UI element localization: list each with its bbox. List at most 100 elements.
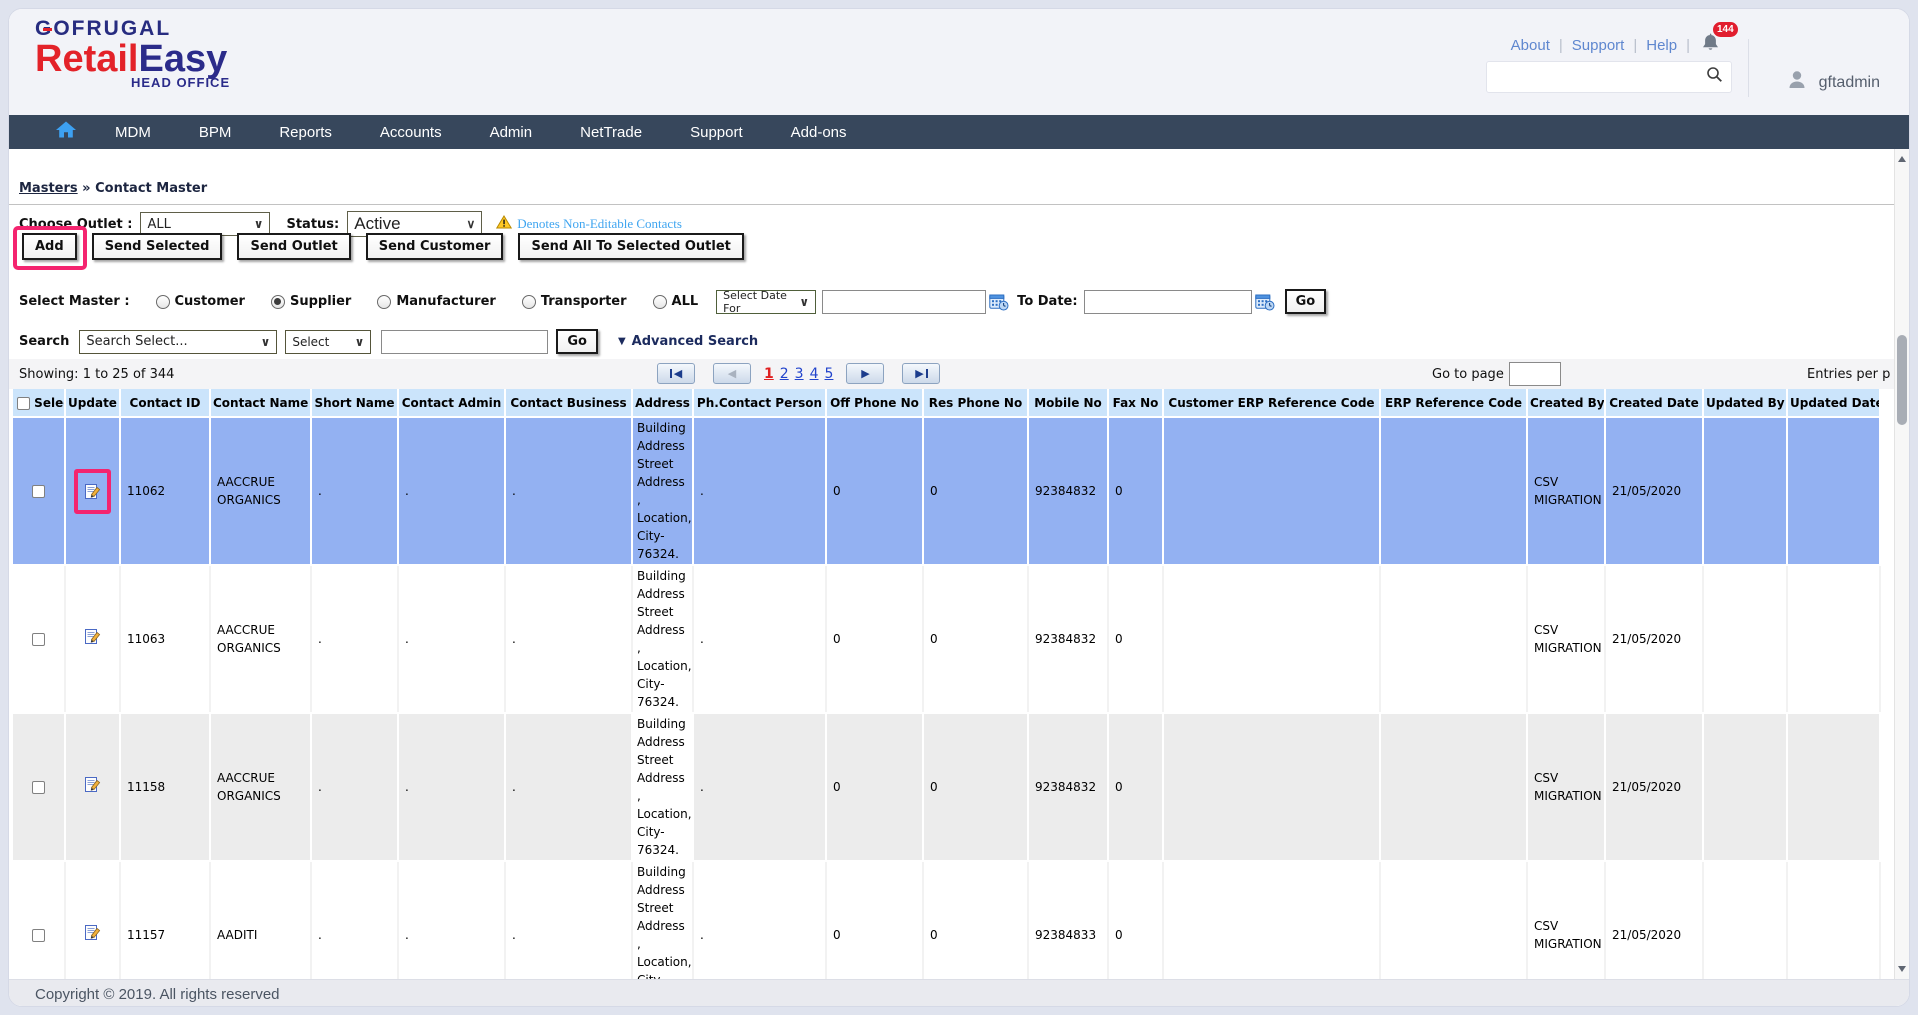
- cell-contact_name: AACCRUE ORGANICS: [210, 713, 311, 861]
- chevron-down-icon: ∨: [261, 335, 271, 349]
- page-link-1[interactable]: 1: [764, 366, 774, 382]
- send-customer-button[interactable]: Send Customer: [366, 233, 504, 260]
- list-toolbar: Showing: 1 to 25 of 344 ◀ ◀ 12345 ▶ ▶ Go…: [9, 359, 1894, 389]
- prev-page-button[interactable]: ◀: [713, 363, 751, 384]
- chevron-down-icon: ∨: [254, 217, 264, 231]
- user-menu[interactable]: gftadmin: [1784, 67, 1880, 98]
- nav-item-admin[interactable]: Admin: [466, 115, 557, 149]
- table-row: 11063AACCRUE ORGANICS...Building Address…: [13, 565, 1880, 713]
- notifications-button[interactable]: 144: [1701, 33, 1720, 58]
- nav-item-mdm[interactable]: MDM: [91, 115, 175, 149]
- search-icon[interactable]: [1706, 66, 1723, 88]
- cell-update: [65, 861, 120, 979]
- last-page-button[interactable]: ▶: [902, 363, 940, 384]
- update-icon-highlight: [74, 469, 111, 514]
- cell-updated_date: [1787, 417, 1880, 565]
- master-radio-manufacturer[interactable]: Manufacturer: [377, 294, 495, 309]
- select-all-checkbox[interactable]: [17, 397, 30, 410]
- edit-icon[interactable]: [84, 483, 101, 500]
- cell-contact_name: AADITI: [210, 861, 311, 979]
- cell-update: [65, 417, 120, 565]
- edit-icon[interactable]: [84, 628, 101, 645]
- cell-ph_contact_person: .: [693, 861, 826, 979]
- nav-item-accounts[interactable]: Accounts: [356, 115, 466, 149]
- cell-off_phone: 0: [826, 417, 923, 565]
- send-all-button[interactable]: Send All To Selected Outlet: [518, 233, 743, 260]
- cell-ph_contact_person: .: [693, 713, 826, 861]
- row-checkbox[interactable]: [32, 485, 45, 498]
- cell-update: [65, 713, 120, 861]
- to-date-input[interactable]: [1084, 290, 1252, 314]
- home-nav-button[interactable]: [41, 115, 91, 149]
- nav-item-nettrade[interactable]: NetTrade: [556, 115, 666, 149]
- nav-item-add-ons[interactable]: Add-ons: [767, 115, 871, 149]
- breadcrumb: Masters » Contact Master: [19, 181, 207, 196]
- cell-contact_admin: .: [398, 861, 505, 979]
- master-radio-all[interactable]: ALL: [653, 294, 699, 309]
- search-query-input[interactable]: [381, 330, 548, 354]
- master-radio-supplier[interactable]: Supplier: [271, 294, 351, 309]
- cell-contact_id: 11063: [120, 565, 210, 713]
- row-checkbox[interactable]: [32, 781, 45, 794]
- page-link-5[interactable]: 5: [825, 366, 834, 382]
- scrollbar-thumb[interactable]: [1897, 335, 1907, 425]
- from-date-input[interactable]: [822, 290, 986, 314]
- row-checkbox[interactable]: [32, 633, 45, 646]
- column-header-label: Select: [30, 396, 65, 410]
- row-checkbox[interactable]: [32, 929, 45, 942]
- advanced-search-label: Advanced Search: [632, 334, 759, 349]
- send-selected-button[interactable]: Send Selected: [92, 233, 223, 260]
- column-header-contact_admin: Contact Admin: [398, 389, 505, 417]
- cell-mobile: 92384832: [1028, 565, 1108, 713]
- header-search-box: [1486, 61, 1732, 93]
- scroll-up-button[interactable]: [1895, 151, 1909, 167]
- date-go-button[interactable]: Go: [1285, 289, 1327, 314]
- next-page-button[interactable]: ▶: [846, 363, 884, 384]
- top-header: GOFRUGAL RetailEasy HEAD OFFICE About| S…: [9, 9, 1909, 115]
- search-field-select[interactable]: Search Select...∨: [79, 330, 277, 354]
- calendar-icon[interactable]: [1255, 293, 1275, 311]
- support-link[interactable]: Support: [1572, 37, 1625, 54]
- master-radio-transporter[interactable]: Transporter: [522, 294, 627, 309]
- column-header-updated_by: Updated By: [1703, 389, 1787, 417]
- cell-address: Building Address Street Address , Locati…: [632, 861, 693, 979]
- search-operator-select[interactable]: Select∨: [285, 330, 371, 354]
- breadcrumb-masters-link[interactable]: Masters: [19, 181, 78, 196]
- column-header-short_name: Short Name: [311, 389, 398, 417]
- chevron-down-icon: ∨: [466, 217, 475, 231]
- page-link-4[interactable]: 4: [810, 366, 819, 382]
- about-link[interactable]: About: [1511, 37, 1550, 54]
- cell-created_date: 21/05/2020: [1605, 861, 1703, 979]
- nav-item-bpm[interactable]: BPM: [175, 115, 256, 149]
- copyright-text: Copyright © 2019. All rights reserved: [35, 986, 280, 1003]
- add-button[interactable]: Add: [22, 233, 77, 260]
- cell-fax: 0: [1108, 417, 1163, 565]
- scroll-down-button[interactable]: [1895, 961, 1909, 977]
- master-radio-customer[interactable]: Customer: [156, 294, 245, 309]
- edit-icon[interactable]: [84, 776, 101, 793]
- header-links: About| Support| Help| 144: [1511, 33, 1720, 58]
- cell-created_date: 21/05/2020: [1605, 565, 1703, 713]
- send-outlet-button[interactable]: Send Outlet: [237, 233, 350, 260]
- choose-outlet-label: Choose Outlet :: [19, 217, 132, 232]
- bell-icon: [1701, 41, 1720, 58]
- help-link[interactable]: Help: [1646, 37, 1677, 54]
- edit-icon[interactable]: [84, 924, 101, 941]
- advanced-search-link[interactable]: ▼ Advanced Search: [618, 334, 758, 349]
- nav-item-reports[interactable]: Reports: [255, 115, 356, 149]
- cell-created_by: CSV MIGRATION: [1527, 565, 1605, 713]
- chevron-down-icon: ∨: [799, 295, 809, 309]
- vertical-scrollbar[interactable]: [1894, 149, 1909, 979]
- page-link-3[interactable]: 3: [795, 366, 804, 382]
- header-search-input[interactable]: [1487, 62, 1706, 92]
- cell-created_by: CSV MIGRATION: [1527, 861, 1605, 979]
- cell-created_by: CSV MIGRATION: [1527, 713, 1605, 861]
- go-to-page-input[interactable]: [1509, 362, 1561, 386]
- cell-customer_erp: [1163, 417, 1380, 565]
- nav-item-support[interactable]: Support: [666, 115, 767, 149]
- search-go-button[interactable]: Go: [556, 329, 598, 354]
- date-for-select[interactable]: Select Date For∨: [716, 290, 816, 314]
- first-page-button[interactable]: ◀: [657, 363, 695, 384]
- calendar-icon[interactable]: [989, 293, 1009, 311]
- page-link-2[interactable]: 2: [780, 366, 789, 382]
